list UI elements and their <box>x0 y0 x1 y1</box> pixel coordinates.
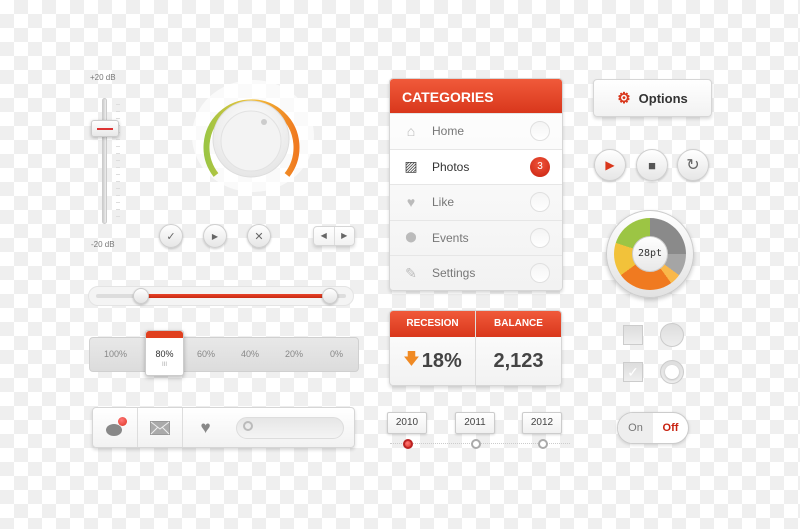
play-button[interactable]: ▶ <box>594 149 626 181</box>
location-pin-icon: ⬤ <box>405 232 417 244</box>
category-item-settings[interactable]: ✎ Settings <box>390 255 562 290</box>
refresh-icon: ↻ <box>686 157 700 174</box>
range-fill <box>141 294 330 298</box>
gear-icon: ⚙ <box>617 90 631 107</box>
wrench-icon: ✎ <box>405 264 417 281</box>
percent-option[interactable]: 20% <box>285 349 303 359</box>
category-radio[interactable] <box>530 192 550 213</box>
percent-selected-handle[interactable]: 80% III <box>145 330 184 376</box>
percent-option[interactable]: 60% <box>197 349 215 359</box>
options-label: Options <box>638 90 688 106</box>
radio-unchecked[interactable] <box>660 323 684 347</box>
count-badge: 3 <box>530 156 550 177</box>
category-label: Home <box>432 124 465 139</box>
comments-button[interactable] <box>93 408 138 447</box>
knob-indicator <box>261 119 267 125</box>
timeline-dot[interactable] <box>471 439 481 449</box>
category-radio[interactable] <box>530 227 550 248</box>
home-icon: ⌂ <box>406 123 416 140</box>
category-item-events[interactable]: ⬤ Events <box>390 219 562 256</box>
envelope-icon <box>150 420 170 435</box>
categories-title: CATEGORIES <box>390 79 562 113</box>
range-max-thumb[interactable] <box>322 288 338 304</box>
balance-value: 2,123 <box>493 350 544 372</box>
percent-option[interactable]: 100% <box>104 349 127 359</box>
percent-option[interactable]: 0% <box>330 349 343 359</box>
timeline-dot[interactable] <box>538 439 548 449</box>
play-icon: ▶ <box>211 231 219 241</box>
volume-thumb[interactable] <box>91 120 119 137</box>
arrow-left-icon: ◀ <box>320 231 327 240</box>
search-icon <box>243 420 253 431</box>
category-label: Events <box>432 230 469 245</box>
gauge-center: 28pt <box>632 236 668 272</box>
next-button[interactable]: ▶ <box>335 227 355 245</box>
arrow-down-icon: 🡇 <box>403 350 420 368</box>
timeline-year[interactable]: 2010 <box>387 412 427 434</box>
category-radio[interactable] <box>530 263 550 284</box>
checkbox-unchecked[interactable] <box>623 325 643 345</box>
recession-value: 18% <box>421 349 462 372</box>
heart-icon: ♥ <box>406 194 416 211</box>
volume-track[interactable] <box>102 98 107 224</box>
refresh-button[interactable]: ↻ <box>677 149 709 181</box>
category-item-home[interactable]: ⌂ Home <box>390 113 562 149</box>
prev-button[interactable]: ◀ <box>314 227 335 245</box>
heart-icon: ♥ <box>200 417 211 437</box>
category-item-photos[interactable]: ▨ Photos 3 <box>390 148 562 184</box>
radio-checked[interactable] <box>660 360 684 384</box>
social-toolbar: ♥ <box>92 407 355 448</box>
like-button[interactable]: ♥ <box>183 418 228 438</box>
stats-panel: RECESION 🡇 18% BALANCE 2,123 <box>389 310 562 386</box>
mail-button[interactable] <box>138 408 183 447</box>
percent-selector <box>89 337 359 372</box>
balance-label: BALANCE <box>476 311 561 337</box>
play-icon: ▶ <box>605 158 615 172</box>
timeline-year[interactable]: 2011 <box>455 412 495 434</box>
category-label: Settings <box>432 266 476 281</box>
categories-panel: CATEGORIES ⌂ Home ▨ Photos 3 ♥ Like ⬤ Events … <box>389 78 563 291</box>
toggle-off[interactable]: Off <box>653 413 688 443</box>
on-off-toggle[interactable]: On Off <box>617 412 689 444</box>
check-button[interactable]: ✓ <box>159 224 183 248</box>
checkbox-checked[interactable]: ✓ <box>623 362 643 382</box>
toggle-on[interactable]: On <box>618 413 653 443</box>
grip-icon: III <box>161 362 167 368</box>
speech-bubble-icon <box>106 424 122 436</box>
percent-option[interactable]: 40% <box>241 349 259 359</box>
volume-knob[interactable] <box>199 87 303 185</box>
slider-max-label: +20 dB <box>90 73 116 82</box>
category-item-like[interactable]: ♥ Like <box>390 184 562 220</box>
check-icon: ✓ <box>166 230 176 243</box>
category-label: Like <box>432 195 455 210</box>
percent-selected-label: 80% <box>155 349 174 359</box>
play-small-button[interactable]: ▶ <box>203 224 227 248</box>
category-radio[interactable] <box>530 121 550 142</box>
recession-label: RECESION <box>390 311 475 337</box>
pager: ◀ ▶ <box>313 226 355 246</box>
notification-dot <box>118 417 127 426</box>
close-button[interactable]: ✕ <box>247 224 271 248</box>
image-icon: ▨ <box>404 158 418 175</box>
stop-button[interactable]: ■ <box>636 149 668 181</box>
close-icon: ✕ <box>254 230 264 243</box>
timeline-year[interactable]: 2012 <box>522 412 562 434</box>
slider-min-label: -20 dB <box>91 240 115 249</box>
search-input[interactable] <box>236 416 344 439</box>
timeline-dot-selected[interactable] <box>403 439 413 449</box>
category-label: Photos <box>432 159 470 174</box>
range-min-thumb[interactable] <box>133 288 149 304</box>
arrow-right-icon: ▶ <box>341 231 348 240</box>
options-button[interactable]: ⚙ Options <box>593 79 712 117</box>
stop-icon: ■ <box>648 157 656 173</box>
